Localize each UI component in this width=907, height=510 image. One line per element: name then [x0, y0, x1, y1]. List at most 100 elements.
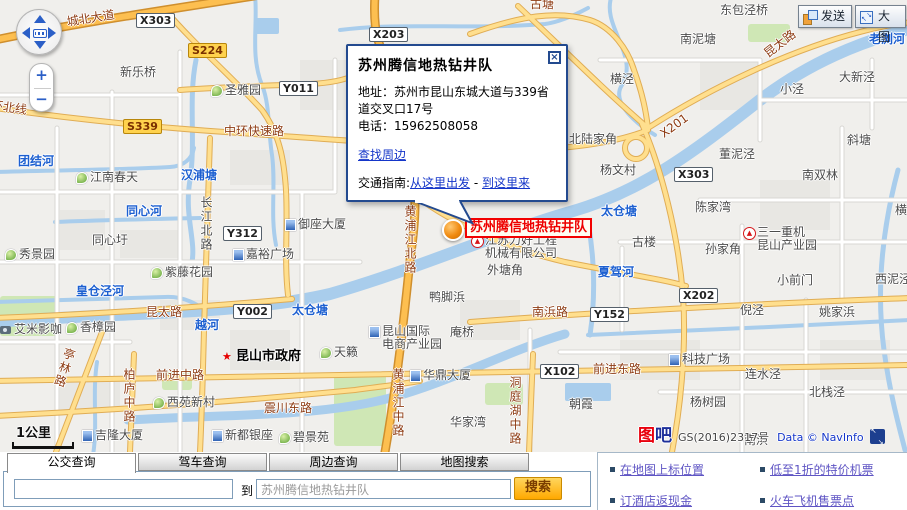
map-label: 科技广场 — [668, 353, 730, 366]
map-label: 太仓塘 — [601, 205, 637, 218]
mapbar-logo: 图 — [638, 426, 655, 446]
link-separator: - — [470, 176, 482, 190]
map-label: 古楼 — [632, 236, 656, 249]
map-label: 北陆家角 — [569, 133, 617, 146]
scale-bar: 1公里 — [12, 422, 74, 449]
road-badge: X303 — [674, 167, 713, 182]
from-input[interactable] — [14, 479, 233, 499]
tab-驾车查询[interactable]: 驾车查询 — [138, 453, 267, 471]
bullet-icon — [760, 498, 765, 503]
map-label: 孙家角 — [705, 243, 741, 256]
bullet-icon — [610, 498, 615, 503]
popup-address-line1: 地址：苏州市昆山东城大道与339省 — [358, 84, 556, 101]
map-label: 新乐桥 — [120, 66, 156, 79]
map-label: 小泾 — [780, 83, 804, 96]
map-label: 华家湾 — [450, 416, 486, 429]
map-label: 圣雅园 — [211, 84, 261, 97]
road-badge: Y011 — [279, 81, 318, 96]
map-label: 横泾 — [610, 73, 634, 86]
road-badge: S339 — [123, 119, 162, 134]
map-label: 香樟园 — [66, 321, 116, 334]
road-badge: S224 — [188, 43, 227, 58]
quick-link[interactable]: 火车飞机售票点 — [760, 492, 907, 510]
map-label: 同心圩 — [92, 234, 128, 247]
map-label: 杨文村 — [600, 164, 636, 177]
map-label: 杨树园 — [690, 396, 726, 409]
popup-address-line2: 道交叉口17号 — [358, 101, 556, 118]
send-icon — [803, 10, 817, 24]
map-label: 姚家浜 — [819, 306, 855, 319]
quick-link[interactable]: 订酒店返现金 — [610, 492, 760, 510]
map-label: 华鼎大厦 — [409, 369, 471, 382]
road-badge: Y312 — [223, 226, 262, 241]
map-label: 团结河 — [18, 155, 54, 168]
map-label: 江南春天 — [76, 171, 138, 184]
map-canvas[interactable]: 团结河汉浦塘同心河皇仓泾河越河太仓塘太仓塘夏驾河老浏河城北大道环北线中环快速路昆… — [0, 0, 907, 452]
map-label: 昆太路 — [146, 306, 182, 319]
map-label: 南双林 — [802, 169, 838, 182]
transit-guide-label: 交通指南: — [358, 176, 410, 190]
map-label: 越河 — [195, 319, 219, 332]
destination-input[interactable] — [256, 479, 511, 499]
to-label: 到 — [241, 482, 253, 499]
map-label: 西泥泾 — [875, 273, 907, 286]
quick-link-text[interactable]: 在地图上标位置 — [620, 463, 704, 477]
map-label: 三一重机昆山产业园 — [743, 226, 817, 252]
map-label: 新都银座 — [211, 429, 273, 442]
map-label: 倪泾 — [740, 304, 764, 317]
big-map-button[interactable]: 大图 — [855, 5, 906, 28]
pan-center-icon[interactable] — [33, 29, 47, 38]
popup-title: 苏州腾信地热钻井队 — [358, 55, 556, 75]
road-badge: Y002 — [233, 304, 272, 319]
map-label: 横 — [895, 204, 907, 217]
pan-up-icon[interactable] — [34, 15, 46, 23]
zoom-control[interactable]: + − — [29, 63, 54, 112]
send-button[interactable]: 发送 — [798, 5, 852, 28]
pan-control[interactable] — [16, 9, 62, 55]
scale-ruler — [12, 442, 74, 449]
road-badge: X303 — [136, 13, 175, 28]
map-label: 大新泾 — [839, 71, 875, 84]
quick-link-text[interactable]: 低至1折的特价机票 — [770, 463, 874, 477]
bullet-icon — [610, 467, 615, 472]
zoom-in-button[interactable]: + — [30, 64, 53, 86]
map-label: 太仓塘 — [292, 304, 328, 317]
map-attribution: 图吧GS(2016)2317号Data © NavInfo — [638, 421, 885, 447]
map-label: 洞庭湖中路 — [508, 376, 521, 446]
quick-link-text[interactable]: 火车飞机售票点 — [770, 494, 854, 508]
quick-link[interactable]: 在地图上标位置 — [610, 461, 760, 480]
map-label: 董泥泾 — [719, 148, 755, 161]
map-label: 夏驾河 — [598, 266, 634, 279]
map-label: 同心河 — [126, 205, 162, 218]
quick-link-text[interactable]: 订酒店返现金 — [620, 494, 692, 508]
search-button[interactable]: 搜索 — [514, 477, 562, 500]
map-label: 西苑新村 — [153, 396, 215, 409]
map-label: 南泥塘 — [680, 33, 716, 46]
tab-公交查询[interactable]: 公交查询 — [7, 453, 136, 473]
pan-down-icon[interactable] — [34, 41, 46, 49]
map-label: 古塘 — [530, 0, 554, 11]
fullscreen-icon[interactable] — [870, 429, 885, 444]
pan-left-icon[interactable] — [22, 27, 30, 39]
tab-地图搜索[interactable]: 地图搜索 — [400, 453, 529, 471]
pan-right-icon[interactable] — [48, 27, 56, 39]
map-label: 震川东路 — [264, 402, 312, 415]
route-to-here-link[interactable]: 到这里来 — [482, 176, 530, 190]
map-label: 皇仓泾河 — [76, 285, 124, 298]
nearby-search-link[interactable]: 查找周边 — [358, 148, 406, 162]
map-label: 鸭脚浜 — [429, 291, 465, 304]
map-label: 东包泾桥 — [720, 4, 768, 17]
map-label: 汉浦塘 — [181, 169, 217, 182]
map-label: 中环快速路 — [224, 125, 284, 138]
road-badge: Y152 — [590, 307, 629, 322]
map-label: 前进东路 — [593, 363, 641, 376]
tab-周边查询[interactable]: 周边查询 — [269, 453, 398, 471]
quick-link[interactable]: 低至1折的特价机票 — [760, 461, 907, 480]
route-from-here-link[interactable]: 从这里出发 — [410, 176, 470, 190]
search-box: 到 搜索 — [3, 471, 591, 507]
map-label: 碧景苑 — [279, 431, 329, 444]
road-badge: X102 — [540, 364, 579, 379]
road-badge: X202 — [679, 288, 718, 303]
close-icon[interactable]: × — [548, 51, 561, 64]
zoom-out-button[interactable]: − — [30, 88, 53, 110]
